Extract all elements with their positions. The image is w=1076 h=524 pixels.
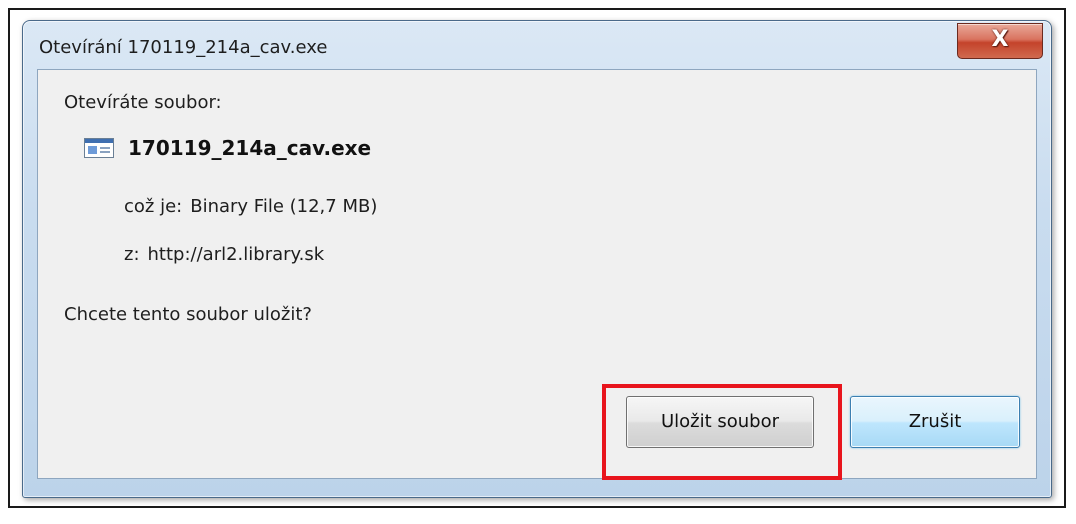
title-bar[interactable]: Otevírání 170119_214a_cav.exe X	[23, 21, 1051, 69]
file-source-value: http://arl2.library.sk	[147, 244, 325, 265]
save-file-dialog: Otevírání 170119_214a_cav.exe X Otevírát…	[22, 20, 1052, 498]
file-type-value: Binary File (12,7 MB)	[190, 196, 378, 217]
window-title: Otevírání 170119_214a_cav.exe	[39, 37, 328, 58]
file-type-label: což je:	[124, 196, 183, 217]
dialog-body: Otevíráte soubor: 170119_214a_cav.exe co…	[37, 69, 1037, 479]
file-type-line: což je: Binary File (12,7 MB)	[124, 196, 377, 217]
file-source-line: z: http://arl2.library.sk	[124, 244, 324, 265]
exe-file-icon	[84, 138, 114, 158]
file-row: 170119_214a_cav.exe	[84, 130, 371, 166]
file-name: 170119_214a_cav.exe	[128, 136, 372, 160]
close-button[interactable]: X	[957, 23, 1043, 59]
save-question: Chcete tento soubor uložit?	[64, 304, 312, 325]
file-source-label: z:	[124, 244, 140, 265]
prompt-text: Otevíráte soubor:	[64, 92, 222, 113]
close-icon: X	[991, 27, 1009, 52]
save-button[interactable]: Uložit soubor	[626, 396, 814, 448]
cancel-button[interactable]: Zrušit	[850, 396, 1020, 448]
